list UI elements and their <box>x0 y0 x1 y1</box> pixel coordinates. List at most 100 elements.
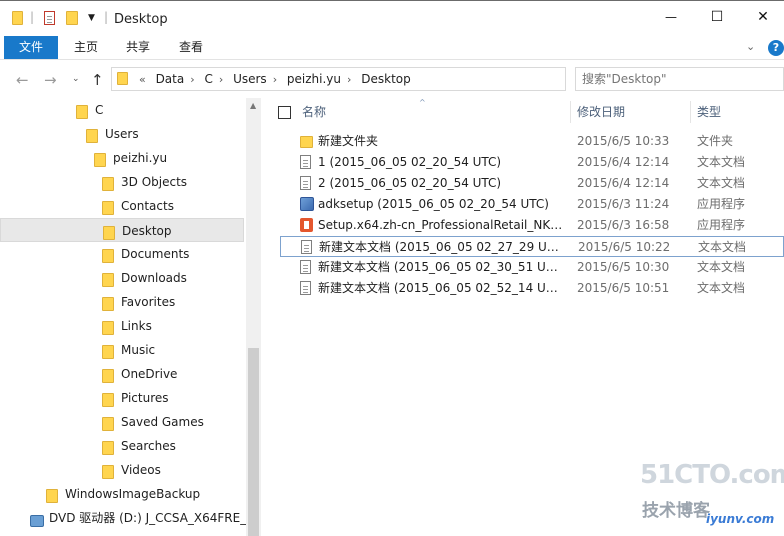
nav-item-label: OneDrive <box>121 367 178 381</box>
file-type: 应用程序 <box>697 218 746 232</box>
file-row[interactable]: 新建文本文档 (2015_06_05 02_30_51 UTC) 2015/6/5… <box>280 257 784 278</box>
nav-item-label: peizhi.yu <box>113 151 168 165</box>
address-bar[interactable]: « Data› C› Users› peizhi.yu› Desktop ⌄ ↻ <box>111 67 665 91</box>
nav-item[interactable]: WindowsImageBackup <box>0 482 244 506</box>
nav-item[interactable]: OneDrive <box>0 362 244 386</box>
sort-ascending-icon: ^ <box>419 98 426 107</box>
nav-item[interactable]: Saved Games <box>0 410 244 434</box>
nav-item[interactable]: Users <box>0 122 244 146</box>
breadcrumb-separator-icon[interactable]: › <box>347 73 351 86</box>
maximize-button[interactable]: ☐ <box>694 1 740 33</box>
recent-locations-dropdown-icon[interactable]: ⌄ <box>72 74 80 84</box>
nav-item-label: Pictures <box>121 391 169 405</box>
nav-item[interactable]: Searches <box>0 434 244 458</box>
watermark-line1: 51CTO.com <box>640 460 784 490</box>
breadcrumb-separator-icon[interactable]: › <box>219 73 223 86</box>
divider: | <box>104 10 109 24</box>
breadcrumb: « Data › C › Users › peizhi.yu › Desktop <box>137 68 415 90</box>
search-box[interactable] <box>575 67 784 91</box>
nav-item[interactable]: Contacts <box>0 194 244 218</box>
file-row[interactable]: Setup.x64.zh-cn_ProfessionalRetail_NKG..… <box>280 215 784 236</box>
breadcrumb-peizhi[interactable]: peizhi.yu <box>287 72 341 86</box>
file-row[interactable]: adksetup (2015_06_05 02_20_54 UTC) 2015/6… <box>280 194 784 215</box>
nav-item[interactable]: Documents <box>0 242 244 266</box>
nav-item[interactable]: DVD 驱动器 (D:) J_CCSA_X64FRE_Z <box>0 506 254 530</box>
watermark-line2: 技术博客 <box>642 501 710 521</box>
properties-icon[interactable] <box>44 11 55 29</box>
file-row[interactable]: 新建文本文档 (2015_06_05 02_27_29 UTC) 2015/6/5… <box>280 236 784 257</box>
file-name: 1 (2015_06_05 02_20_54 UTC) <box>318 155 502 169</box>
close-button[interactable]: ✕ <box>740 1 784 33</box>
ribbon-tabs: 文件 主页 共享 查看 ⌄ ? <box>0 36 784 60</box>
file-row[interactable]: 新建文件夹 2015/6/5 10:33 文件夹 <box>280 131 784 152</box>
search-input[interactable] <box>582 71 778 87</box>
nav-scrollbar[interactable]: ▲ <box>246 98 261 536</box>
file-type: 文本文档 <box>697 260 746 274</box>
text-document-icon <box>300 281 311 302</box>
minimize-button[interactable]: — <box>648 1 694 33</box>
watermark-line3: iyunv.com <box>706 512 775 526</box>
nav-item-label: Saved Games <box>121 415 204 429</box>
file-row[interactable]: 新建文本文档 (2015_06_05 02_52_14 UTC) 2015/6/5… <box>280 278 784 299</box>
file-type: 文本文档 <box>698 240 747 254</box>
new-folder-icon[interactable] <box>66 11 78 29</box>
breadcrumb-users[interactable]: Users <box>233 72 267 86</box>
file-name: 2 (2015_06_05 02_20_54 UTC) <box>318 176 502 190</box>
nav-item-label: Contacts <box>121 199 174 213</box>
dvd-drive-icon <box>30 511 44 535</box>
nav-item[interactable]: Favorites <box>0 290 244 314</box>
tab-view[interactable]: 查看 <box>169 36 213 59</box>
nav-item[interactable]: Pictures <box>0 386 244 410</box>
column-type[interactable]: 类型 <box>697 98 721 126</box>
file-type: 应用程序 <box>697 197 746 211</box>
file-name: 新建文件夹 <box>318 134 379 148</box>
file-date: 2015/6/4 12:14 <box>577 176 670 190</box>
window-title: Desktop <box>114 12 168 27</box>
nav-item[interactable]: C <box>0 98 244 122</box>
folder-icon <box>117 72 128 88</box>
nav-item-label: Desktop <box>122 224 172 238</box>
file-row[interactable]: 1 (2015_06_05 02_20_54 UTC) 2015/6/4 12:1… <box>280 152 784 173</box>
nav-item[interactable]: 3D Objects <box>0 170 244 194</box>
nav-item[interactable]: Music <box>0 338 244 362</box>
column-divider[interactable] <box>690 101 691 123</box>
help-icon[interactable]: ? <box>768 40 784 56</box>
nav-item[interactable]: Videos <box>0 458 244 482</box>
file-type: 文本文档 <box>697 281 746 295</box>
forward-arrow-icon[interactable]: → <box>44 71 57 89</box>
title-bar: | ▼ | Desktop — ☐ ✕ <box>0 0 784 36</box>
breadcrumb-desktop[interactable]: Desktop <box>361 72 411 86</box>
file-date: 2015/6/3 11:24 <box>577 197 670 211</box>
breadcrumb-overflow[interactable]: « <box>139 73 146 86</box>
file-type: 文本文档 <box>697 176 746 190</box>
column-date[interactable]: 修改日期 <box>577 98 625 126</box>
quick-access-dropdown-icon[interactable]: ▼ <box>88 13 95 31</box>
breadcrumb-separator-icon[interactable]: › <box>190 73 194 86</box>
expand-ribbon-chevron-icon[interactable]: ⌄ <box>746 40 755 53</box>
tab-share[interactable]: 共享 <box>116 36 160 59</box>
file-row[interactable]: 2 (2015_06_05 02_20_54 UTC) 2015/6/4 12:1… <box>280 173 784 194</box>
divider: | <box>30 10 35 24</box>
file-name: 新建文本文档 (2015_06_05 02_27_29 UTC) <box>319 240 565 254</box>
column-header: ^ 名称 修改日期 类型 <box>262 98 784 126</box>
nav-item-label: Favorites <box>121 295 176 309</box>
select-all-checkbox[interactable] <box>278 106 291 119</box>
column-divider[interactable] <box>570 101 571 123</box>
scroll-up-arrow-icon[interactable]: ▲ <box>250 101 256 110</box>
nav-item-label: Music <box>121 343 156 357</box>
scrollbar-thumb[interactable] <box>248 348 259 536</box>
breadcrumb-separator-icon[interactable]: › <box>273 73 277 86</box>
breadcrumb-data[interactable]: Data <box>156 72 185 86</box>
nav-item[interactable]: Downloads <box>0 266 244 290</box>
back-arrow-icon[interactable]: ← <box>16 71 29 89</box>
tab-file[interactable]: 文件 <box>4 36 58 59</box>
nav-item[interactable]: peizhi.yu <box>0 146 244 170</box>
column-name[interactable]: 名称 <box>302 98 326 126</box>
nav-item[interactable]: Desktop <box>0 218 244 242</box>
file-name: Setup.x64.zh-cn_ProfessionalRetail_NKG..… <box>318 218 564 232</box>
breadcrumb-c[interactable]: C <box>204 72 212 86</box>
nav-item[interactable]: Links <box>0 314 244 338</box>
tab-home[interactable]: 主页 <box>64 36 108 59</box>
nav-item-label: Links <box>121 319 152 333</box>
up-arrow-icon[interactable]: ↑ <box>91 71 104 89</box>
